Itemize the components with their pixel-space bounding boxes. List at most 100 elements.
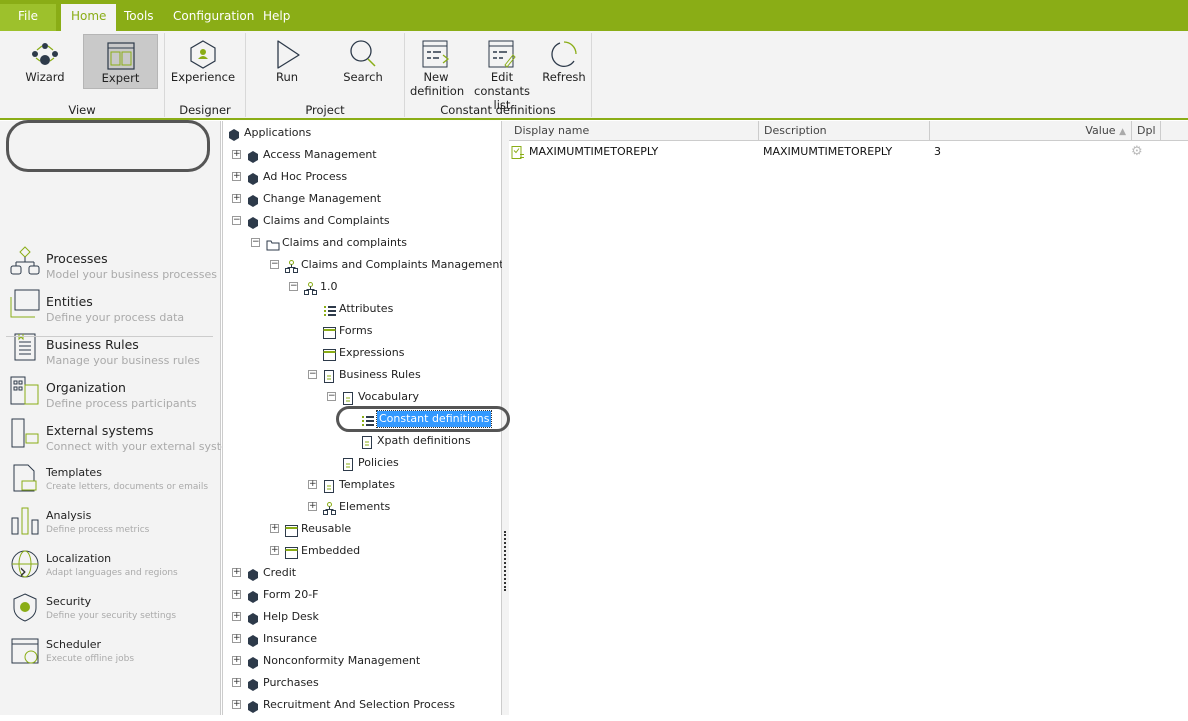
expand-toggle[interactable]: + — [232, 590, 241, 599]
sidebar-item-security[interactable]: Security Define your security settings — [0, 589, 220, 631]
tree-item[interactable]: Applications — [223, 122, 501, 144]
expand-toggle[interactable]: + — [232, 568, 241, 577]
tab-help[interactable]: Help — [253, 4, 300, 31]
expand-toggle[interactable]: + — [308, 480, 317, 489]
tree-item[interactable]: − Business Rules — [223, 364, 501, 386]
sidebar-item-organization[interactable]: Organization Define process participants — [0, 372, 220, 414]
sidebar-item-desc: Define process metrics — [46, 525, 150, 535]
wizard-button[interactable]: Wizard — [14, 34, 76, 89]
tree-item[interactable]: Xpath definitions — [223, 430, 501, 452]
tree-item-label: Applications — [244, 126, 312, 139]
sidebar-item-title: Analysis — [46, 509, 92, 522]
expand-sidebar-button[interactable]: › — [19, 559, 27, 583]
hex-icon — [228, 127, 240, 141]
collapse-toggle[interactable]: − — [251, 238, 260, 247]
collapse-toggle[interactable]: − — [289, 282, 298, 291]
tree-item[interactable]: Expressions — [223, 342, 501, 364]
tree-item[interactable]: + Insurance — [223, 628, 501, 650]
tree-item[interactable]: + Elements — [223, 496, 501, 518]
collapse-toggle[interactable]: − — [327, 392, 336, 401]
tree-item[interactable]: + Recruitment And Selection Process — [223, 694, 501, 716]
tab-configuration[interactable]: Configuration — [163, 4, 264, 31]
refresh-label: Refresh — [542, 70, 586, 84]
tab-home[interactable]: Home — [61, 4, 117, 31]
tree-item[interactable]: + Credit — [223, 562, 501, 584]
splitter[interactable] — [502, 121, 509, 715]
tree-item[interactable]: Attributes — [223, 298, 501, 320]
search-button[interactable]: Search — [336, 34, 390, 89]
expand-toggle[interactable]: + — [232, 194, 241, 203]
doc-icon — [361, 435, 373, 449]
tree-item-label: 1.0 — [320, 280, 338, 293]
expand-toggle[interactable]: + — [270, 524, 279, 533]
splitter-grip[interactable] — [504, 531, 506, 591]
tree-item[interactable]: Policies — [223, 452, 501, 474]
tree-item[interactable]: + Access Management — [223, 144, 501, 166]
tree-item[interactable]: − Claims and complaints — [223, 232, 501, 254]
column-value[interactable]: Value ▲ — [930, 121, 1132, 141]
column-description[interactable]: Description — [759, 121, 930, 141]
tree-item[interactable]: + Nonconformity Management — [223, 650, 501, 672]
expand-toggle[interactable]: + — [232, 700, 241, 709]
tree-item[interactable]: + Help Desk — [223, 606, 501, 628]
sidebar-item-desc: Execute offline jobs — [46, 654, 135, 664]
tree-item[interactable]: − Claims and Complaints — [223, 210, 501, 232]
tab-tools[interactable]: Tools — [114, 4, 164, 31]
new-definition-button[interactable]: New definition — [410, 34, 464, 98]
new-definition-icon — [422, 40, 450, 68]
collapse-toggle[interactable]: − — [270, 260, 279, 269]
tree-item[interactable]: + Form 20-F — [223, 584, 501, 606]
tree-item-label: Elements — [339, 500, 391, 513]
expand-toggle[interactable]: + — [232, 656, 241, 665]
run-button[interactable]: Run — [262, 34, 312, 89]
refresh-button[interactable]: Refresh — [541, 34, 587, 89]
tree-item[interactable]: + Embedded — [223, 540, 501, 562]
experience-button[interactable]: Experience — [170, 34, 236, 89]
tree-item[interactable]: + Change Management — [223, 188, 501, 210]
sidebar-item-analysis[interactable]: Analysis Define process metrics — [0, 503, 220, 545]
tree-item[interactable]: Forms — [223, 320, 501, 342]
hex-icon — [247, 655, 259, 669]
sidebar-item-scheduler[interactable]: Scheduler Execute offline jobs — [0, 632, 220, 674]
tree-item-label: Claims and Complaints Management — [301, 258, 504, 271]
expand-toggle[interactable]: + — [308, 502, 317, 511]
sidebar-item-title: Scheduler — [46, 638, 102, 651]
edit-constants-list-button[interactable]: Edit constants list — [466, 34, 538, 112]
tree-item[interactable]: − Claims and Complaints Management — [223, 254, 504, 276]
expand-toggle[interactable]: + — [270, 546, 279, 555]
expand-toggle[interactable]: + — [232, 634, 241, 643]
sidebar-item-external-systems[interactable]: External systems Connect with your extern… — [0, 415, 244, 457]
tree-item[interactable]: + Purchases — [223, 672, 501, 694]
hex-icon — [247, 677, 259, 691]
column-display-name[interactable]: Display name — [509, 121, 759, 141]
expand-toggle[interactable]: + — [232, 678, 241, 687]
tree-item[interactable]: + Templates — [223, 474, 501, 496]
tree-item[interactable]: + Ad Hoc Process — [223, 166, 501, 188]
tree-item[interactable]: Constant definitions — [223, 408, 501, 430]
group-project: Project — [305, 103, 345, 117]
expand-toggle[interactable]: + — [232, 172, 241, 181]
tab-file[interactable]: File — [0, 4, 56, 31]
cell-value: 3 — [934, 145, 941, 158]
tree-item-label: Purchases — [263, 676, 319, 689]
collapse-toggle[interactable]: − — [308, 370, 317, 379]
menu-bar: File Home Tools Configuration Help — [0, 0, 1188, 31]
expand-toggle[interactable]: + — [232, 150, 241, 159]
tree-item[interactable]: + Reusable — [223, 518, 501, 540]
sidebar-item-entities[interactable]: Entities Define your process data — [0, 286, 220, 328]
expert-button[interactable]: Expert — [83, 34, 158, 89]
column-dpl[interactable]: Dpl — [1132, 121, 1161, 141]
search-icon — [350, 40, 376, 67]
expand-toggle[interactable]: + — [232, 612, 241, 621]
sidebar-item-title: Security — [46, 595, 92, 608]
sidebar-item-desc: Adapt languages and regions — [46, 568, 178, 578]
process-icon — [304, 281, 317, 295]
sidebar-item-processes[interactable]: Processes Model your business processes — [0, 243, 220, 285]
tree-item-label: Nonconformity Management — [263, 654, 421, 667]
sidebar-item-templates[interactable]: Templates Create letters, documents or em… — [0, 460, 220, 502]
tree-item[interactable]: − 1.0 — [223, 276, 501, 298]
refresh-icon — [551, 41, 577, 68]
sidebar-item-localization[interactable]: Localization Adapt languages and regions — [0, 546, 220, 588]
tree-item[interactable]: − Vocabulary — [223, 386, 501, 408]
collapse-toggle[interactable]: − — [232, 216, 241, 225]
